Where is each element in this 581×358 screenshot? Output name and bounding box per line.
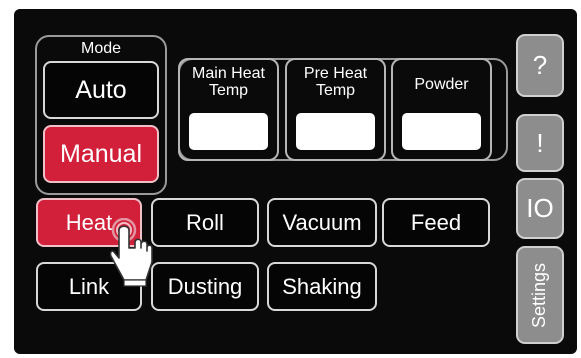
auto-mode-button[interactable]: Auto: [43, 61, 159, 119]
roll-button[interactable]: Roll: [151, 198, 259, 247]
mode-group: Mode Auto Manual: [35, 35, 167, 195]
powder-field[interactable]: [402, 113, 481, 150]
pre-heat-temp-card: Pre Heat Temp: [285, 58, 386, 161]
touch-screen: Mode Auto Manual Main Heat Temp Pre Heat…: [14, 9, 577, 354]
settings-button[interactable]: Settings: [516, 246, 564, 344]
shaking-button[interactable]: Shaking: [267, 262, 377, 311]
manual-mode-button[interactable]: Manual: [43, 125, 159, 183]
powder-card: Powder: [391, 58, 492, 161]
alert-button[interactable]: !: [516, 114, 564, 172]
pre-heat-temp-field[interactable]: [296, 113, 375, 150]
main-heat-temp-label: Main Heat Temp: [192, 65, 265, 99]
help-button[interactable]: ?: [516, 34, 564, 97]
settings-label: Settings: [529, 262, 550, 328]
heat-button[interactable]: Heat: [36, 198, 142, 247]
dusting-button[interactable]: Dusting: [151, 262, 259, 311]
io-button[interactable]: IO: [516, 178, 564, 239]
powder-label: Powder: [414, 76, 469, 93]
mode-title: Mode: [80, 40, 122, 57]
main-heat-temp-field[interactable]: [189, 113, 268, 150]
feed-button[interactable]: Feed: [382, 198, 490, 247]
pre-heat-temp-label: Pre Heat Temp: [303, 65, 368, 99]
vacuum-button[interactable]: Vacuum: [267, 198, 377, 247]
main-heat-temp-card: Main Heat Temp: [178, 58, 279, 161]
link-button[interactable]: Link: [36, 262, 142, 311]
temperature-group: Main Heat Temp Pre Heat Temp Powder: [178, 58, 508, 161]
